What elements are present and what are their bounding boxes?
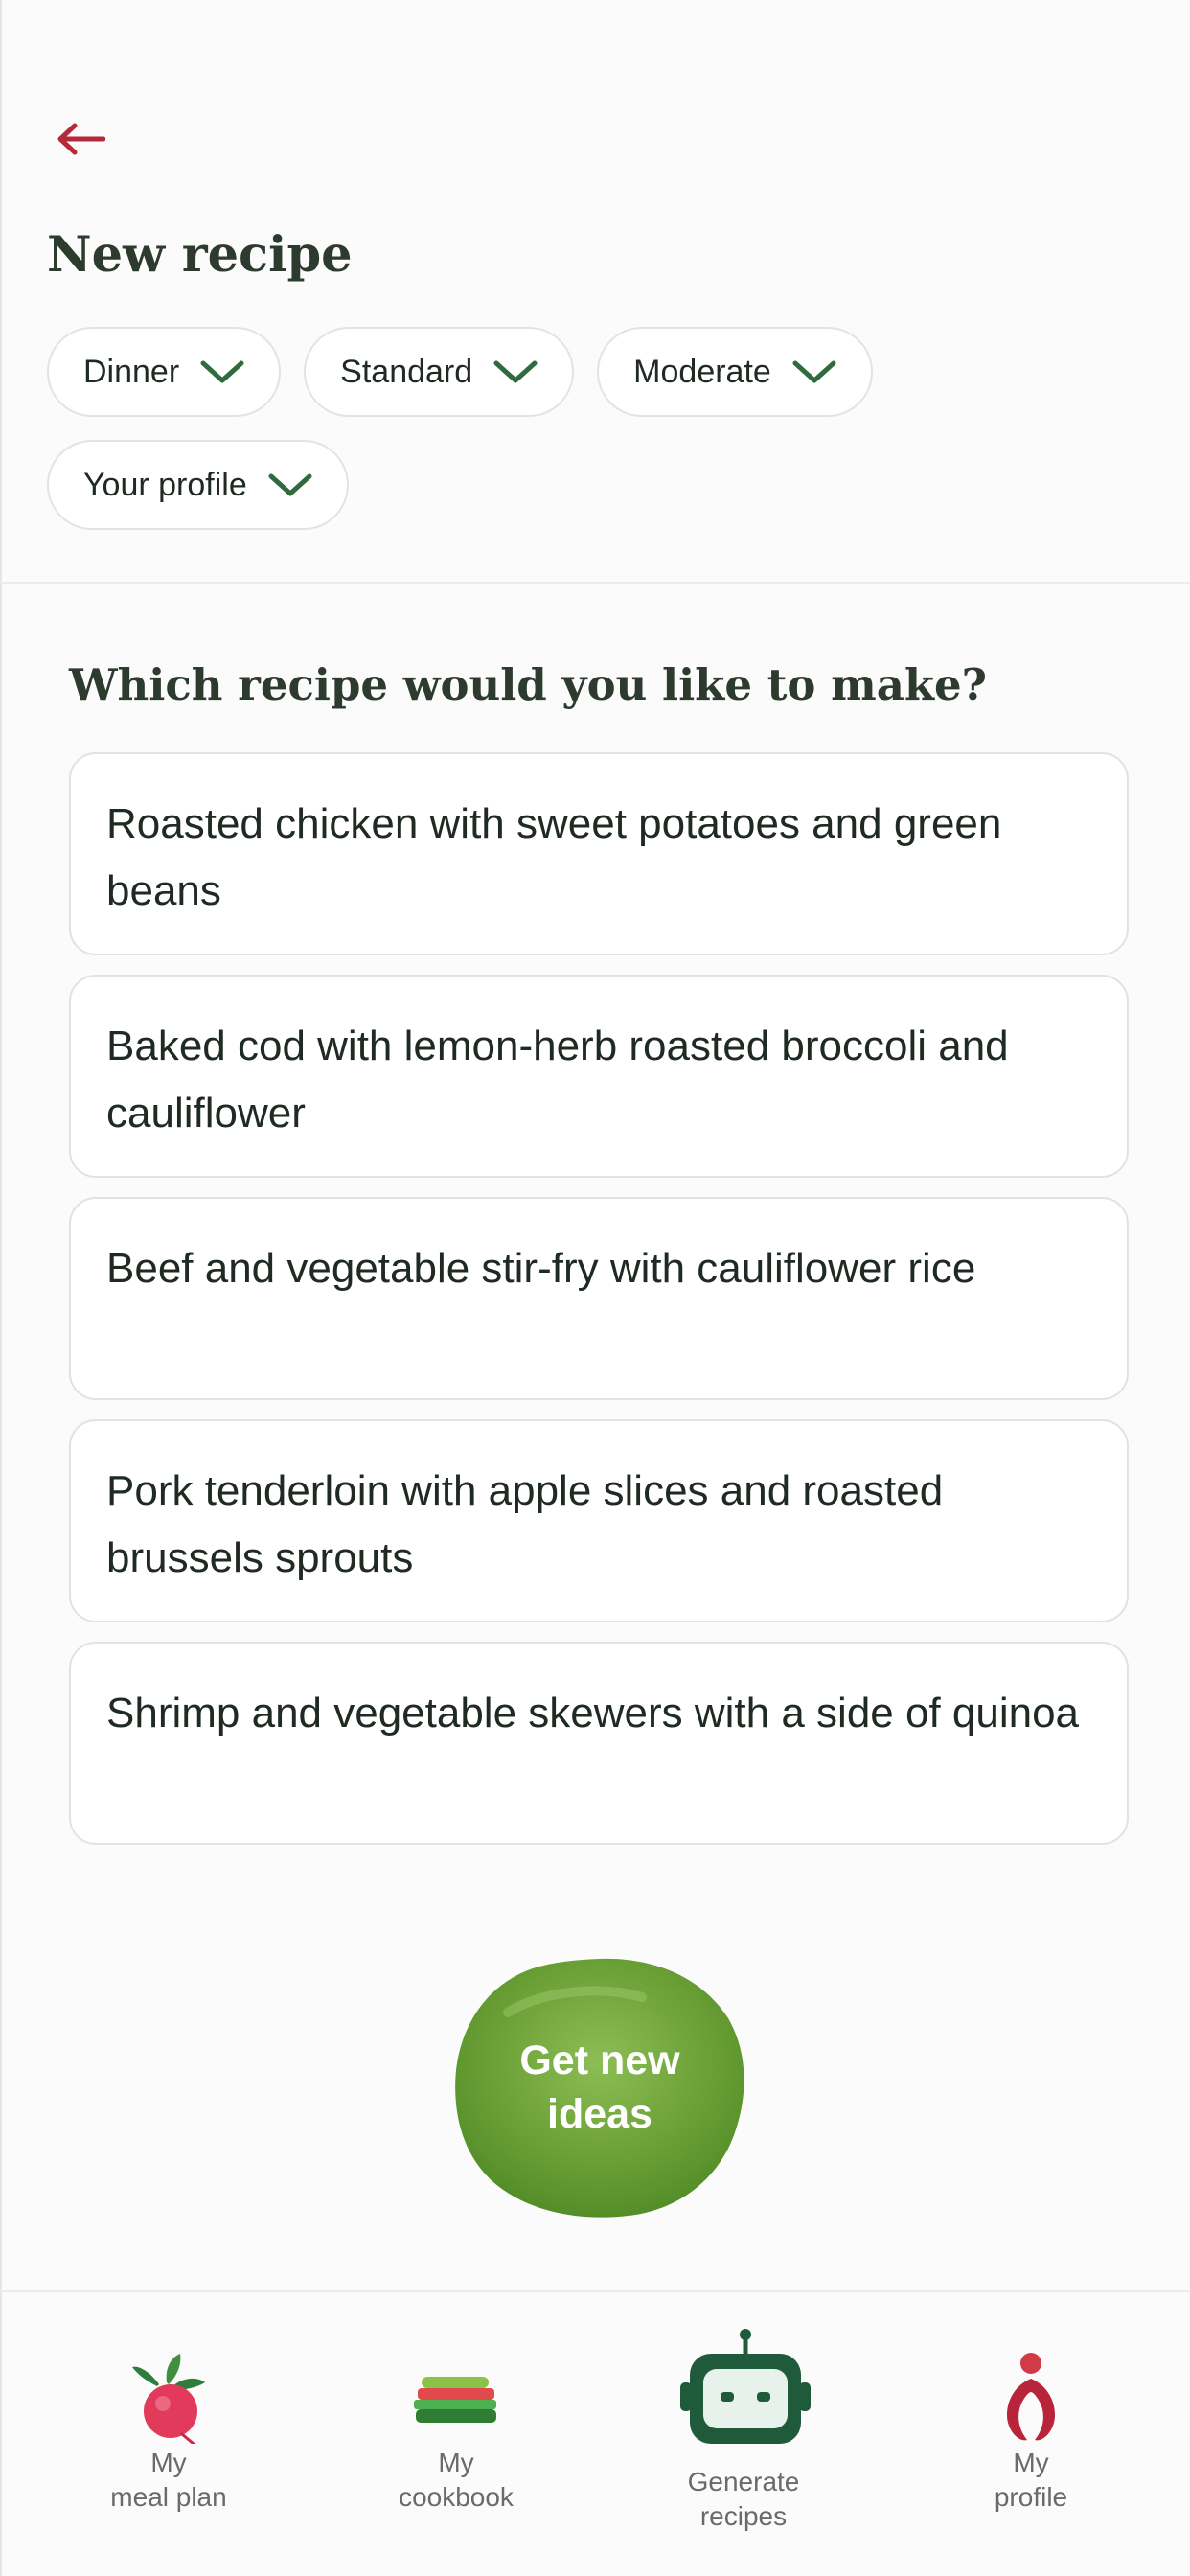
nav-label-line2: meal plan bbox=[110, 2482, 227, 2512]
recipe-option[interactable]: Roasted chicken with sweet potatoes and … bbox=[69, 752, 1129, 955]
nav-label: My profile bbox=[935, 2446, 1127, 2515]
nav-label-line1: My bbox=[1013, 2448, 1049, 2477]
nav-my-profile[interactable]: My profile bbox=[935, 2292, 1127, 2576]
nav-label: My meal plan bbox=[73, 2446, 264, 2515]
recipe-option[interactable]: Beef and vegetable stir-fry with caulifl… bbox=[69, 1197, 1129, 1400]
recipe-option[interactable]: Shrimp and vegetable skewers with a side… bbox=[69, 1642, 1129, 1845]
recipe-option[interactable]: Pork tenderloin with apple slices and ro… bbox=[69, 1419, 1129, 1622]
chevron-down-icon bbox=[268, 473, 312, 496]
radish-icon bbox=[132, 2354, 205, 2444]
nav-label: Generate recipes bbox=[648, 2465, 839, 2534]
nav-generate-recipes[interactable]: Generate recipes bbox=[648, 2292, 839, 2576]
chevron-down-icon bbox=[792, 360, 836, 383]
nav-label-line2: profile bbox=[994, 2482, 1068, 2512]
robot-icon bbox=[680, 2329, 811, 2444]
back-button[interactable] bbox=[52, 115, 109, 163]
nav-my-cookbook[interactable]: My cookbook bbox=[360, 2292, 552, 2576]
recipe-list: Roasted chicken with sweet potatoes and … bbox=[69, 752, 1129, 1864]
cta-label-line1: Get new bbox=[519, 2037, 680, 2083]
sandwich-stack-icon bbox=[414, 2377, 496, 2423]
chevron-down-icon bbox=[200, 360, 244, 383]
effort-level-dropdown[interactable]: Moderate bbox=[597, 327, 873, 417]
profile-dropdown[interactable]: Your profile bbox=[47, 440, 349, 530]
chip-label: Standard bbox=[340, 353, 473, 390]
nav-label: My cookbook bbox=[360, 2446, 552, 2515]
section-divider bbox=[0, 582, 1190, 584]
page-title: New recipe bbox=[47, 226, 353, 284]
cta-label: Get new ideas bbox=[450, 2034, 749, 2141]
nav-label-line1: Generate bbox=[687, 2467, 800, 2496]
meal-type-dropdown[interactable]: Dinner bbox=[47, 327, 282, 417]
nav-label-line1: My bbox=[150, 2448, 187, 2477]
recipe-style-dropdown[interactable]: Standard bbox=[304, 327, 575, 417]
cta-label-line2: ideas bbox=[547, 2091, 652, 2137]
left-edge-border bbox=[0, 0, 2, 2576]
nav-label-line2: recipes bbox=[699, 2501, 788, 2531]
nav-label-line2: cookbook bbox=[399, 2482, 514, 2512]
chip-label: Your profile bbox=[83, 466, 247, 503]
recipe-question: Which recipe would you like to make? bbox=[69, 659, 988, 710]
bottom-nav: My meal plan My cookbook Generate recipe… bbox=[0, 2292, 1190, 2576]
arrow-left-icon bbox=[57, 123, 105, 155]
get-new-ideas-button[interactable]: Get new ideas bbox=[450, 1955, 749, 2220]
chip-label: Moderate bbox=[633, 353, 771, 390]
chevron-down-icon bbox=[493, 360, 538, 383]
nav-label-line1: My bbox=[438, 2448, 474, 2477]
nav-my-meal-plan[interactable]: My meal plan bbox=[73, 2292, 264, 2576]
filter-chips: Dinner Standard Moderate Your profile bbox=[47, 327, 1158, 530]
chip-label: Dinner bbox=[83, 353, 180, 390]
recipe-option[interactable]: Baked cod with lemon-herb roasted brocco… bbox=[69, 975, 1129, 1178]
person-icon bbox=[1007, 2353, 1055, 2441]
